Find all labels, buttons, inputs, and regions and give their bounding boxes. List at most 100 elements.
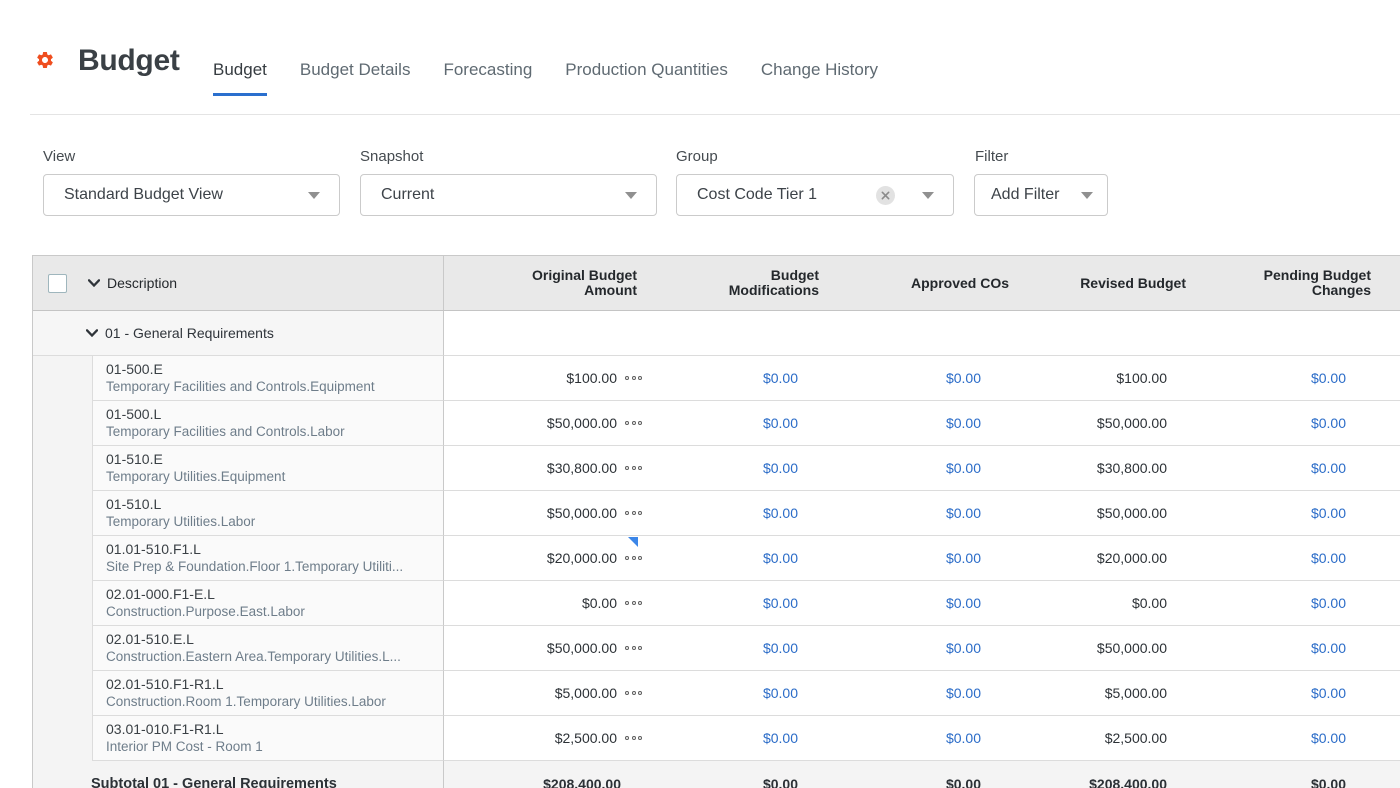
pending-budget-changes-cell: $0.00 <box>1231 491 1400 536</box>
approved-cos-link[interactable]: $0.00 <box>946 370 981 386</box>
original-budget-cell[interactable]: $30,800.00 <box>444 446 694 491</box>
modified-flag-icon <box>628 537 638 547</box>
select-all-checkbox[interactable] <box>48 273 67 293</box>
budget-modifications-cell: $0.00 <box>694 671 851 716</box>
add-filter-dropdown[interactable]: Add Filter <box>974 174 1108 216</box>
description-cell[interactable]: 01-500.E Temporary Facilities and Contro… <box>92 356 444 401</box>
chevron-down-icon <box>625 191 637 199</box>
pending-budget-changes-cell: $0.00 <box>1231 716 1400 761</box>
row-actions-icon[interactable] <box>625 646 642 650</box>
budget-modifications-link[interactable]: $0.00 <box>763 640 798 656</box>
row-actions-icon[interactable] <box>625 376 642 380</box>
pending-budget-changes-link[interactable]: $0.00 <box>1311 640 1346 656</box>
tab-change-history[interactable]: Change History <box>761 60 878 96</box>
approved-cos-link[interactable]: $0.00 <box>946 640 981 656</box>
pending-budget-changes-link[interactable]: $0.00 <box>1311 730 1346 746</box>
budget-modifications-link[interactable]: $0.00 <box>763 685 798 701</box>
approved-cos-link[interactable]: $0.00 <box>946 730 981 746</box>
budget-modifications-link[interactable]: $0.00 <box>763 505 798 521</box>
original-budget-cell[interactable]: $5,000.00 <box>444 671 694 716</box>
approved-cos-link[interactable]: $0.00 <box>946 415 981 431</box>
budget-modifications-link[interactable]: $0.00 <box>763 730 798 746</box>
budget-modifications-link[interactable]: $0.00 <box>763 370 798 386</box>
row-actions-icon[interactable] <box>625 466 642 470</box>
tab-budget-details[interactable]: Budget Details <box>300 60 411 96</box>
pending-budget-changes-link[interactable]: $0.00 <box>1311 415 1346 431</box>
revised-budget-column-header[interactable]: Revised Budget <box>1041 256 1231 310</box>
approved-cos-column-header[interactable]: Approved COs <box>851 256 1041 310</box>
approved-cos-link[interactable]: $0.00 <box>946 685 981 701</box>
original-budget-cell[interactable]: $0.00 <box>444 581 694 626</box>
approved-cos-link[interactable]: $0.00 <box>946 595 981 611</box>
revised-budget-cell: $30,800.00 <box>1041 446 1231 491</box>
tab-forecasting[interactable]: Forecasting <box>443 60 532 96</box>
pending-budget-changes-column-header[interactable]: Pending Budget Changes <box>1231 256 1400 310</box>
group-dropdown[interactable]: Cost Code Tier 1 <box>676 174 954 216</box>
approved-cos-link[interactable]: $0.00 <box>946 460 981 476</box>
description-column-header[interactable]: Description <box>107 275 177 291</box>
tab-budget[interactable]: Budget <box>213 60 267 96</box>
table-row: 02.01-510.E.L Construction.Eastern Area.… <box>33 626 1400 671</box>
original-budget-cell[interactable]: $100.00 <box>444 356 694 401</box>
description-cell[interactable]: 02.01-510.E.L Construction.Eastern Area.… <box>92 626 444 671</box>
description-cell[interactable]: 02.01-000.F1-E.L Construction.Purpose.Ea… <box>92 581 444 626</box>
row-actions-icon[interactable] <box>625 736 642 740</box>
pending-budget-changes-link[interactable]: $0.00 <box>1311 550 1346 566</box>
original-budget-cell[interactable]: $50,000.00 <box>444 401 694 446</box>
pending-budget-changes-link[interactable]: $0.00 <box>1311 460 1346 476</box>
group-dropdown-value: Cost Code Tier 1 <box>697 186 818 203</box>
table-row: 03.01-010.F1-R1.L Interior PM Cost - Roo… <box>33 716 1400 761</box>
budget-modifications-link[interactable]: $0.00 <box>763 460 798 476</box>
group-row-spacer <box>444 311 1400 356</box>
pending-budget-changes-link[interactable]: $0.00 <box>1311 685 1346 701</box>
snapshot-dropdown[interactable]: Current <box>360 174 657 216</box>
approved-cos-cell: $0.00 <box>851 491 1041 536</box>
row-actions-icon[interactable] <box>625 601 642 605</box>
description-cell[interactable]: 01-510.E Temporary Utilities.Equipment <box>92 446 444 491</box>
pending-budget-changes-cell: $0.00 <box>1231 626 1400 671</box>
budget-modifications-link[interactable]: $0.00 <box>763 595 798 611</box>
pending-budget-changes-link[interactable]: $0.00 <box>1311 370 1346 386</box>
row-actions-icon[interactable] <box>625 511 642 515</box>
original-budget-cell[interactable]: $2,500.00 <box>444 716 694 761</box>
collapse-group-chevron-icon[interactable] <box>86 329 98 337</box>
budget-modifications-link[interactable]: $0.00 <box>763 415 798 431</box>
pending-budget-changes-cell: $0.00 <box>1231 356 1400 401</box>
budget-modifications-column-header[interactable]: Budget Modifications <box>694 256 851 310</box>
description-cell[interactable]: 01.01-510.F1.L Site Prep & Foundation.Fl… <box>92 536 444 581</box>
subtotal-original-budget: $208,400.00 <box>543 775 621 788</box>
row-actions-icon[interactable] <box>625 691 642 695</box>
original-budget-column-header[interactable]: Original Budget Amount <box>444 256 694 310</box>
tab-production-quantities[interactable]: Production Quantities <box>565 60 728 96</box>
description-cell[interactable]: 01-500.L Temporary Facilities and Contro… <box>92 401 444 446</box>
approved-cos-link[interactable]: $0.00 <box>946 505 981 521</box>
approved-cos-cell: $0.00 <box>851 671 1041 716</box>
row-actions-icon[interactable] <box>625 421 642 425</box>
group-row-label: 01 - General Requirements <box>105 325 274 341</box>
header-divider <box>30 114 1400 115</box>
description-cell[interactable]: 03.01-010.F1-R1.L Interior PM Cost - Roo… <box>92 716 444 761</box>
original-budget-cell[interactable]: $20,000.00 <box>444 536 694 581</box>
original-budget-cell[interactable]: $50,000.00 <box>444 626 694 671</box>
description-cell[interactable]: 01-510.L Temporary Utilities.Labor <box>92 491 444 536</box>
original-budget-cell[interactable]: $50,000.00 <box>444 491 694 536</box>
group-row-description[interactable]: 01 - General Requirements <box>33 311 444 356</box>
row-actions-icon[interactable] <box>625 556 642 560</box>
pending-budget-changes-link[interactable]: $0.00 <box>1311 505 1346 521</box>
filter-label: Filter <box>975 148 1009 165</box>
pending-budget-changes-link[interactable]: $0.00 <box>1311 595 1346 611</box>
approved-cos-cell: $0.00 <box>851 536 1041 581</box>
tool-gear-icon[interactable] <box>35 50 55 75</box>
budget-modifications-link[interactable]: $0.00 <box>763 550 798 566</box>
view-dropdown[interactable]: Standard Budget View <box>43 174 340 216</box>
approved-cos-cell: $0.00 <box>851 401 1041 446</box>
collapse-all-chevron-icon[interactable] <box>88 279 100 287</box>
description-cell[interactable]: 02.01-510.F1-R1.L Construction.Room 1.Te… <box>92 671 444 716</box>
tab-bar: Budget Budget Details Forecasting Produc… <box>213 60 878 96</box>
remove-group-button[interactable] <box>876 185 895 205</box>
subtotal-pending-budget-changes: $0.00 <box>1310 775 1346 788</box>
table-row: 01-510.L Temporary Utilities.Labor $50,0… <box>33 491 1400 536</box>
group-label: Group <box>676 148 718 165</box>
approved-cos-link[interactable]: $0.00 <box>946 550 981 566</box>
budget-modifications-cell: $0.00 <box>694 716 851 761</box>
